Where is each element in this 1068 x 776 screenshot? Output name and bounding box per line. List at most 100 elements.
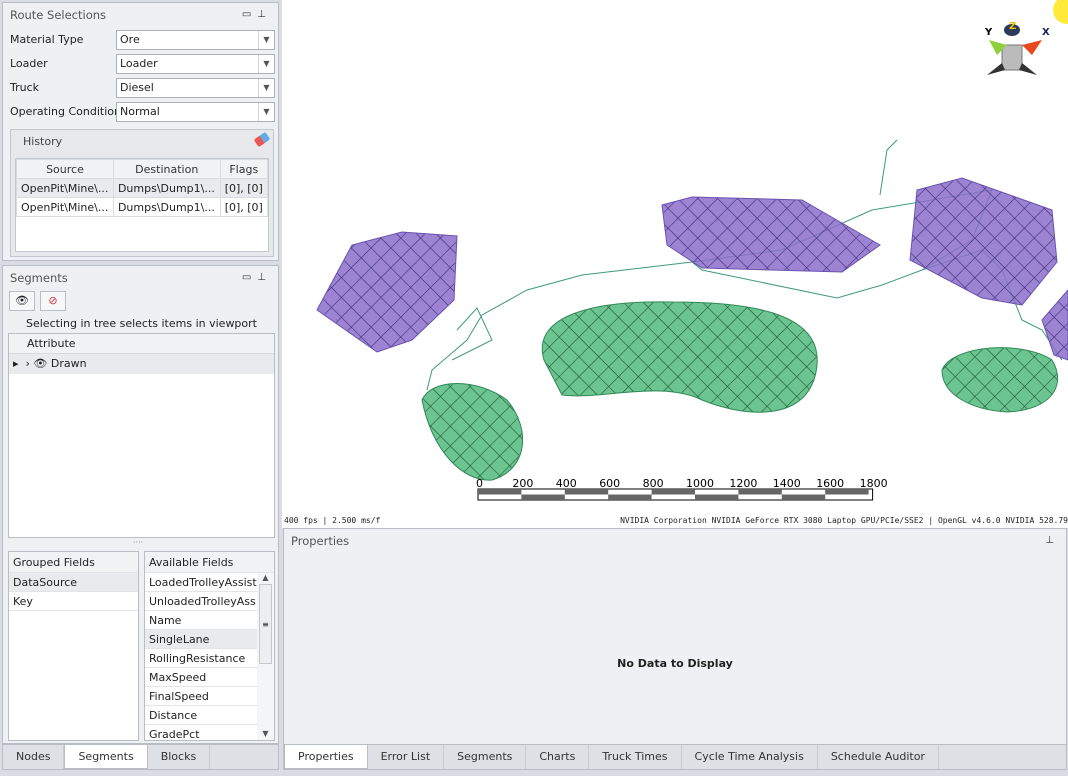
scale-bar-segment xyxy=(608,494,652,500)
scrollbar-thumb[interactable]: ≡ xyxy=(259,584,272,664)
scale-label: 1000 xyxy=(686,477,714,490)
list-item[interactable]: SingleLane xyxy=(145,630,258,649)
list-item[interactable]: LoadedTrolleyAssist xyxy=(145,573,258,592)
x-axis-cone xyxy=(1022,40,1042,55)
history-header: History xyxy=(11,130,273,154)
scale-label: 200 xyxy=(512,477,533,490)
scale-label: 800 xyxy=(643,477,664,490)
column-header[interactable]: Attribute xyxy=(9,334,274,354)
list-item[interactable]: GradePct xyxy=(145,725,258,740)
tab-charts[interactable]: Charts xyxy=(526,745,590,769)
dump-area[interactable] xyxy=(316,231,458,353)
pin-icon[interactable]: ⊥ xyxy=(1045,529,1060,553)
hint-text: Selecting in tree selects items in viewp… xyxy=(26,317,257,330)
show-button[interactable]: 👁 xyxy=(9,291,35,311)
dump-area[interactable] xyxy=(1041,289,1068,361)
tree-item-drawn[interactable]: ▸ › 👁 Drawn xyxy=(9,354,274,374)
map-scene[interactable]: 0 200 400 600 800 1000 1200 1400 1600 1800 Y Z X xyxy=(282,0,1068,515)
panel-title: Properties ⊥ xyxy=(284,529,1066,553)
splitter-handle[interactable]: ···· xyxy=(133,538,143,547)
tab-error-list[interactable]: Error List xyxy=(368,745,445,769)
scale-bar-segment xyxy=(521,494,565,500)
tab-truck-times[interactable]: Truck Times xyxy=(589,745,682,769)
scale-label: 0 xyxy=(476,477,483,490)
column-header[interactable]: Destination xyxy=(112,159,221,179)
table-row[interactable]: OpenPit\Mine\... Dumps\Dump1\... [0], [0] xyxy=(16,197,269,217)
axis-label-x: X xyxy=(1042,27,1050,38)
scale-label: 600 xyxy=(599,477,620,490)
segments-tree: Attribute ▸ › 👁 Drawn xyxy=(8,333,275,538)
axis-label-y: Y xyxy=(984,27,993,38)
tab-segments-bottom[interactable]: Segments xyxy=(444,745,527,769)
chevron-down-icon[interactable]: ▼ xyxy=(258,103,274,121)
route-selections-panel: Route Selections ▭⊥ Material Type Ore ▼ Lo… xyxy=(2,2,279,261)
tab-nodes[interactable]: Nodes xyxy=(3,745,65,769)
tab-cycle-time-analysis[interactable]: Cycle Time Analysis xyxy=(682,745,818,769)
list-item[interactable]: Key xyxy=(9,592,138,611)
eye-icon[interactable]: 👁 xyxy=(33,357,47,370)
left-tabs: Nodes Segments Blocks xyxy=(2,744,279,770)
properties-panel: Properties ⊥ No Data to Display xyxy=(283,528,1067,745)
list-item[interactable]: MaxSpeed xyxy=(145,668,258,687)
scale-bar-segment xyxy=(695,494,739,500)
list-item[interactable]: DataSource xyxy=(9,573,138,592)
axis-gizmo[interactable]: Y Z X xyxy=(984,0,1068,75)
panel-title: Segments ▭⊥ xyxy=(3,266,278,290)
field-label: Operating Conditions xyxy=(10,105,127,118)
segments-panel: Segments ▭⊥ 👁 ⊘ Selecting in tree selects… xyxy=(2,265,279,744)
history-table: Source Destination Flags OpenPit\Mine\... D… xyxy=(15,158,269,252)
tab-schedule-auditor[interactable]: Schedule Auditor xyxy=(818,745,939,769)
list-item[interactable]: Distance xyxy=(145,706,258,725)
panel-title: Route Selections ▭⊥ xyxy=(3,3,278,27)
loader-combo[interactable]: Loader ▼ xyxy=(116,54,275,74)
column-header: Available Fields xyxy=(145,552,274,573)
hide-button[interactable]: ⊘ xyxy=(40,291,66,311)
dump-area[interactable] xyxy=(661,196,881,273)
pit-area[interactable] xyxy=(941,347,1059,413)
list-item[interactable]: FinalSpeed xyxy=(145,687,258,706)
empty-message: No Data to Display xyxy=(617,657,733,670)
fps-readout: 400 fps | 2.500 ms/f xyxy=(284,516,381,525)
scale-bar-segment xyxy=(781,494,826,500)
maximize-pin-icons[interactable]: ▭⊥ xyxy=(242,266,272,290)
maximize-pin-icons[interactable]: ▭⊥ xyxy=(242,3,272,27)
scale-label: 1600 xyxy=(816,477,844,490)
pit-area[interactable] xyxy=(541,301,818,413)
list-item[interactable]: RollingResistance xyxy=(145,649,258,668)
chevron-down-icon[interactable]: ▼ xyxy=(258,55,274,73)
tab-properties[interactable]: Properties xyxy=(284,745,368,769)
field-label: Truck xyxy=(10,81,40,94)
chevron-down-icon[interactable]: ▼ xyxy=(258,31,274,49)
column-header[interactable]: Flags xyxy=(219,159,269,179)
tab-blocks[interactable]: Blocks xyxy=(148,745,211,769)
tab-segments[interactable]: Segments xyxy=(64,745,148,769)
scale-label: 1400 xyxy=(773,477,801,490)
3d-viewport[interactable]: 0 200 400 600 800 1000 1200 1400 1600 1800 Y Z X … xyxy=(282,0,1068,528)
sun-icon xyxy=(1053,0,1068,24)
dump-area[interactable] xyxy=(909,177,1058,306)
pit-area[interactable] xyxy=(421,383,523,481)
eraser-icon[interactable] xyxy=(253,131,271,148)
scale-bar: 0 200 400 600 800 1000 1200 1400 1600 1800 xyxy=(476,477,888,501)
scrollbar[interactable]: ▲ ≡ ▼ xyxy=(257,573,274,740)
list-item[interactable]: Name xyxy=(145,611,258,630)
list-item[interactable]: UnloadedTrolleyAss... xyxy=(145,592,258,611)
table-row[interactable]: OpenPit\Mine\... Dumps\Dump1\... [0], [0] xyxy=(16,178,269,198)
truck-combo[interactable]: Diesel ▼ xyxy=(116,78,275,98)
scale-label: 400 xyxy=(556,477,577,490)
grouped-fields-list: Grouped Fields DataSource Key xyxy=(8,551,139,741)
operating-conditions-combo[interactable]: Normal ▼ xyxy=(116,102,275,122)
column-header: Grouped Fields xyxy=(9,552,138,573)
column-header[interactable]: Source xyxy=(16,159,114,179)
gpu-info: NVIDIA Corporation NVIDIA GeForce RTX 30… xyxy=(620,516,1068,525)
scale-label: 1800 xyxy=(860,477,888,490)
chevron-down-icon[interactable]: ▼ xyxy=(258,79,274,97)
scale-label: 1200 xyxy=(729,477,757,490)
material-type-combo[interactable]: Ore ▼ xyxy=(116,30,275,50)
bottom-tabs: Properties Error List Segments Charts Tr… xyxy=(283,744,1067,770)
field-label: Loader xyxy=(10,57,48,70)
available-fields-list: Available Fields LoadedTrolleyAssist Unl… xyxy=(144,551,275,741)
axis-label-z: Z xyxy=(1009,21,1016,32)
history-group: History Source Destination Flags OpenPit\M… xyxy=(10,129,274,257)
field-label: Material Type xyxy=(10,33,84,46)
